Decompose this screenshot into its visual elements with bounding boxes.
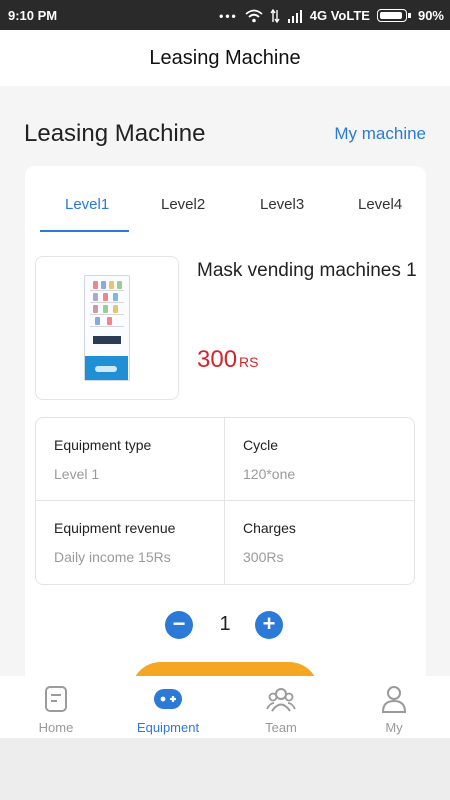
quantity-value: 1 [219, 613, 231, 635]
home-icon [45, 686, 67, 712]
nav-equipment-label: Equipment [136, 720, 200, 735]
status-indicators: ••• 4G VoLTE 90% [219, 8, 444, 23]
charges-value: 300Rs [243, 549, 284, 565]
battery-icon [376, 9, 407, 22]
cycle-label: Cycle [243, 437, 279, 453]
increase-quantity-button[interactable]: + [255, 611, 283, 639]
user-icon [381, 686, 407, 713]
revenue-cell: Equipment revenue Daily income 15Rs [36, 501, 225, 584]
machine-card: Level1 Level2 Level3 Level4 Mask vending… [25, 166, 426, 676]
price-currency: RS [239, 354, 259, 370]
battery-cap [407, 13, 411, 18]
revenue-label: Equipment revenue [54, 520, 176, 536]
title-bar: Leasing Machine [0, 30, 450, 86]
data-transfer-icon [270, 8, 280, 23]
equipment-type-value: Level 1 [54, 466, 100, 482]
wifi-icon [245, 9, 263, 22]
tab-level1[interactable]: Level1 [65, 196, 109, 213]
battery-percentage: 90% [417, 8, 444, 23]
nav-my-label: My [385, 720, 403, 735]
bottom-spacer [0, 738, 450, 800]
equipment-icon [154, 689, 182, 709]
nav-team[interactable]: Team [225, 676, 337, 738]
cycle-cell: Cycle 120*one [225, 418, 414, 501]
team-icon [266, 688, 296, 712]
status-bar: 9:10 PM ••• 4G VoLTE 90% [0, 0, 450, 30]
nav-home-label: Home [38, 720, 74, 735]
product-price: 300 RS [197, 346, 259, 374]
my-machine-link[interactable]: My machine [334, 124, 426, 144]
charges-cell: Charges 300Rs [225, 501, 414, 584]
equipment-type-label: Equipment type [54, 437, 152, 453]
page-title: Leasing Machine [149, 47, 301, 69]
nav-equipment[interactable]: Equipment [112, 676, 224, 738]
quantity-stepper: − 1 + [165, 611, 285, 639]
section-heading: Leasing Machine [24, 120, 206, 147]
product-name: Mask vending machines 1 [197, 260, 417, 281]
notification-dots-icon: ••• [219, 8, 238, 23]
decrease-quantity-button[interactable]: − [165, 611, 193, 639]
equipment-info-table: Equipment type Level 1 Cycle 120*one Equ… [35, 417, 415, 585]
status-time: 9:10 PM [8, 8, 58, 23]
nav-my[interactable]: My [338, 676, 450, 738]
lease-button[interactable] [131, 662, 319, 676]
nav-home[interactable]: Home [0, 676, 112, 738]
vending-machine-illustration [84, 275, 130, 381]
charges-label: Charges [243, 520, 296, 536]
tab-level3[interactable]: Level3 [260, 196, 304, 213]
cycle-value: 120*one [243, 466, 296, 482]
tab-level2[interactable]: Level2 [161, 196, 205, 213]
active-tab-indicator [40, 230, 129, 232]
signal-icon [287, 9, 302, 23]
main-content[interactable]: Leasing Machine My machine Level1 Level2… [0, 86, 450, 676]
equipment-type-cell: Equipment type Level 1 [36, 418, 225, 501]
nav-team-label: Team [265, 720, 297, 735]
tab-level4[interactable]: Level4 [358, 196, 402, 213]
network-label: 4G VoLTE [309, 8, 370, 23]
price-amount: 300 [197, 346, 238, 373]
revenue-value: Daily income 15Rs [54, 549, 171, 565]
bottom-nav: Home Equipment Team My [0, 676, 450, 738]
product-image [35, 256, 179, 400]
